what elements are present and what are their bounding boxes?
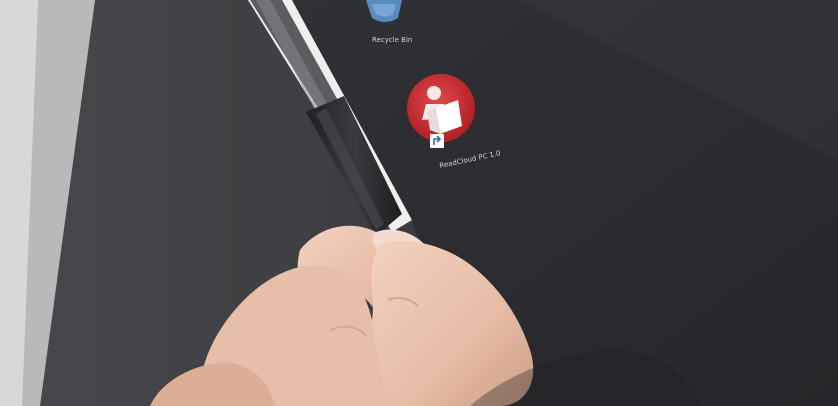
recycle-bin-label: Recycle Bin <box>372 36 412 44</box>
photo: Recycle Bin ReadCloud PC 1.0 <box>0 0 838 406</box>
photo-scene: Recycle Bin ReadCloud PC 1.0 <box>0 0 838 406</box>
